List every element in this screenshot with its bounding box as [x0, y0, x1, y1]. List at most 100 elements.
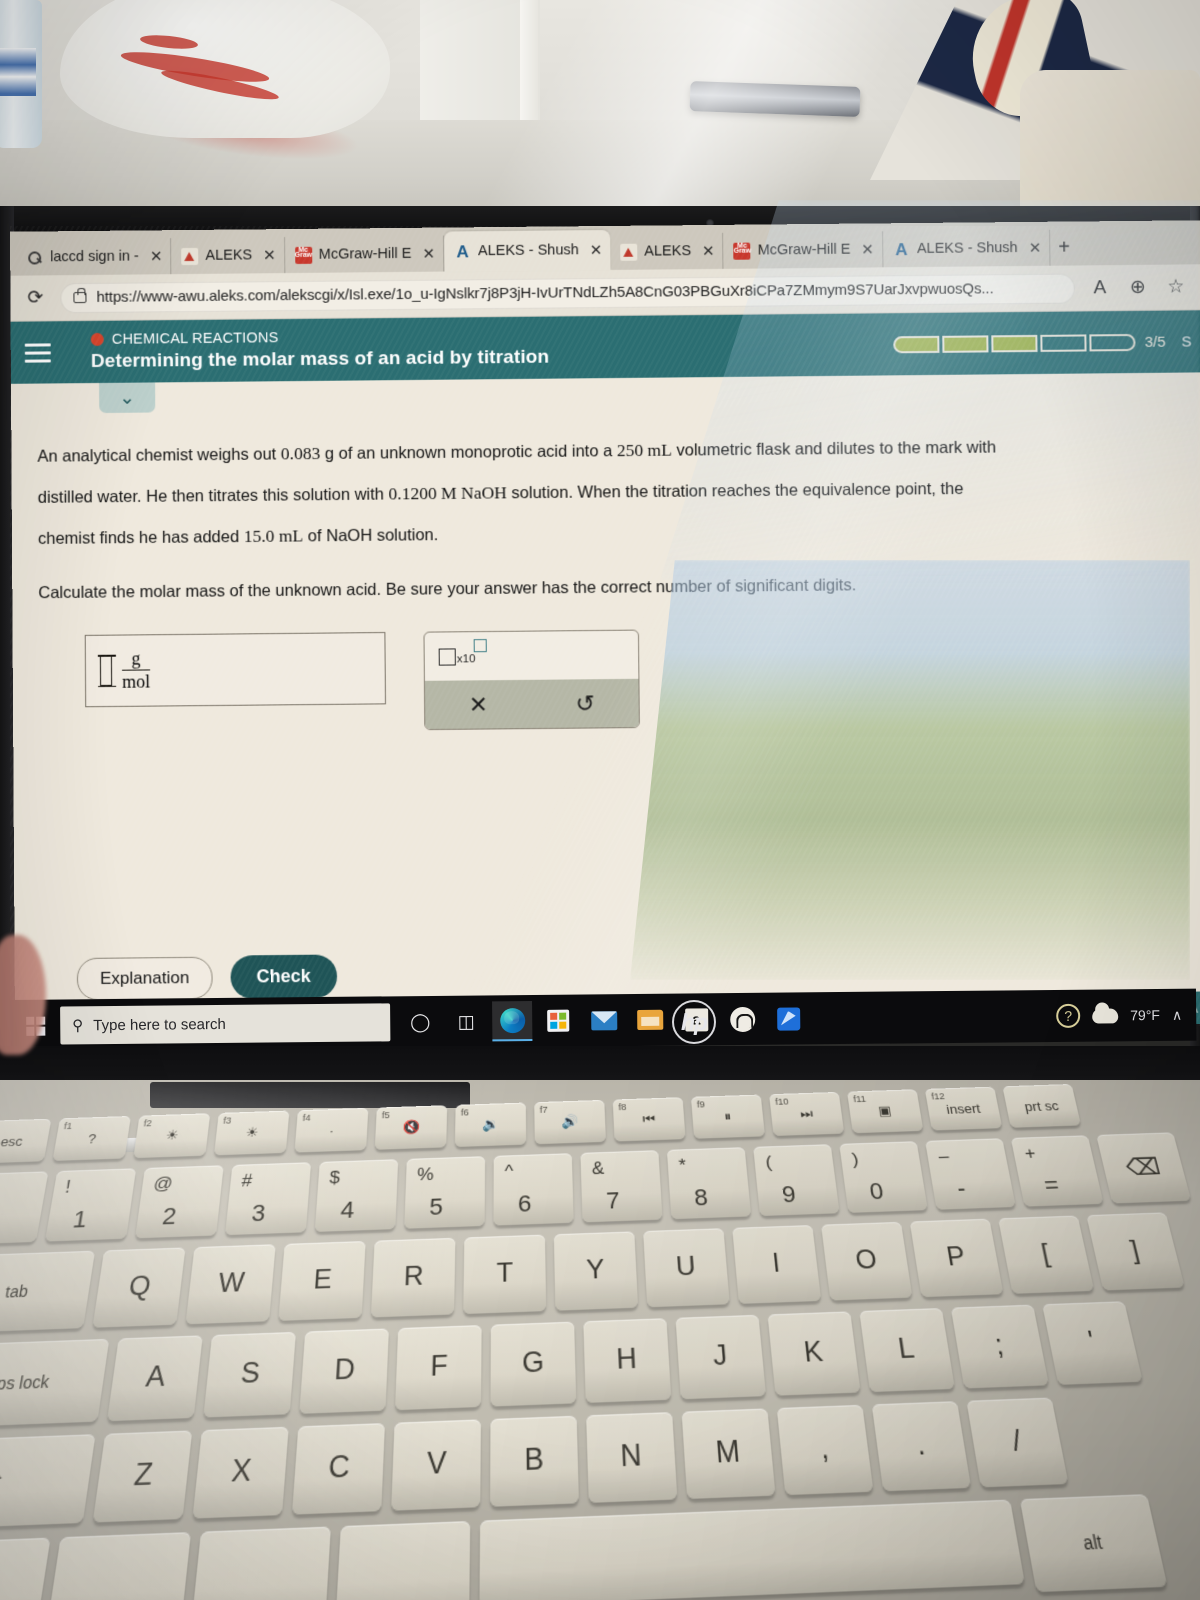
- key-f12-insert[interactable]: f12 insert: [925, 1087, 1003, 1131]
- key-t[interactable]: T: [463, 1235, 546, 1314]
- key-2[interactable]: @2: [135, 1165, 224, 1238]
- explanation-button[interactable]: Explanation: [77, 956, 213, 1000]
- close-icon[interactable]: ✕: [263, 246, 276, 264]
- task-view-icon[interactable]: ◫: [446, 1001, 486, 1041]
- key-h[interactable]: H: [583, 1318, 671, 1403]
- key-bracket-right[interactable]: ]: [1086, 1212, 1184, 1290]
- key-v[interactable]: V: [391, 1419, 481, 1510]
- key-w[interactable]: W: [185, 1244, 275, 1324]
- help-icon[interactable]: ?: [1056, 1004, 1080, 1028]
- key-f11-screen[interactable]: f11 ▣: [847, 1089, 923, 1133]
- key-z[interactable]: Z: [93, 1430, 193, 1522]
- close-icon[interactable]: ✕: [1029, 239, 1042, 257]
- undo-icon[interactable]: ↺: [575, 690, 595, 717]
- browser-tab-1[interactable]: ALEKS ✕: [171, 237, 285, 274]
- key-caps-lock[interactable]: caps lock: [0, 1339, 109, 1429]
- key-5[interactable]: % 5: [404, 1156, 485, 1229]
- key-6[interactable]: ^ 6: [494, 1153, 574, 1225]
- key-alt-right[interactable]: alt: [1020, 1494, 1168, 1592]
- taskbar-app-mail[interactable]: [584, 1000, 624, 1040]
- key-8[interactable]: * 8: [667, 1147, 751, 1219]
- key-f2[interactable]: f2 ☀: [133, 1113, 210, 1158]
- key-3[interactable]: #3: [225, 1162, 311, 1235]
- browser-tab-4[interactable]: ALEKS ✕: [610, 233, 724, 270]
- collapse-header-button[interactable]: ⌄: [99, 382, 155, 413]
- key-f6-volume-down[interactable]: f6 🔉: [455, 1103, 526, 1148]
- key-y[interactable]: Y: [554, 1231, 638, 1310]
- clear-icon[interactable]: ✕: [469, 691, 489, 718]
- weather-temperature[interactable]: 79°F: [1130, 1007, 1160, 1023]
- key-esc[interactable]: esc: [0, 1119, 51, 1164]
- key-backspace[interactable]: ⌫: [1096, 1132, 1191, 1203]
- key-0[interactable]: ) 0: [839, 1141, 928, 1213]
- key-9[interactable]: (9: [753, 1144, 839, 1216]
- key-period[interactable]: .: [872, 1401, 971, 1491]
- key-m[interactable]: M: [682, 1408, 776, 1499]
- key-b[interactable]: B: [490, 1416, 579, 1507]
- key-j[interactable]: J: [676, 1315, 767, 1400]
- key-1[interactable]: ! 1: [45, 1168, 136, 1241]
- taskbar-app-dropbox[interactable]: [768, 998, 808, 1038]
- key-x[interactable]: X: [192, 1427, 288, 1519]
- key-bracket-left[interactable]: [: [998, 1216, 1094, 1294]
- taskbar-app-microsoft-store[interactable]: [538, 1001, 578, 1041]
- key-tab[interactable]: tab: [0, 1251, 95, 1334]
- key-l[interactable]: L: [859, 1308, 955, 1392]
- browser-tab-0[interactable]: laccd sign in - ✕: [16, 238, 172, 275]
- key-ctrl-left[interactable]: [0, 1538, 51, 1600]
- key-k[interactable]: K: [768, 1311, 861, 1395]
- key-print-screen[interactable]: prt sc: [1002, 1084, 1081, 1128]
- header-right-label[interactable]: S: [1181, 333, 1200, 350]
- taskbar-app-microsoft-edge[interactable]: [492, 1001, 532, 1041]
- key-f4[interactable]: f4 ·: [294, 1108, 368, 1153]
- key-e[interactable]: E: [278, 1241, 365, 1321]
- tray-chevron-icon[interactable]: ∧: [1172, 1006, 1182, 1023]
- new-tab-button[interactable]: +: [1050, 236, 1078, 265]
- browser-tab-2[interactable]: Mc Graw McGraw-Hill E ✕: [285, 236, 445, 274]
- scientific-notation-button[interactable]: x10: [439, 648, 476, 665]
- close-icon[interactable]: ✕: [861, 240, 874, 258]
- key-f10-next[interactable]: f10 ⏭: [769, 1092, 844, 1136]
- key-f7-volume-up[interactable]: f7 🔊: [534, 1100, 606, 1144]
- key-p[interactable]: P: [910, 1219, 1004, 1297]
- key-u[interactable]: U: [643, 1228, 730, 1307]
- cortana-icon[interactable]: ◯: [400, 1002, 440, 1042]
- key-7[interactable]: & 7: [580, 1150, 662, 1222]
- key-semicolon[interactable]: ;: [951, 1305, 1049, 1389]
- close-icon[interactable]: ✕: [590, 241, 603, 259]
- key-s[interactable]: S: [203, 1332, 296, 1418]
- refresh-icon[interactable]: ⟳: [22, 286, 48, 309]
- key-o[interactable]: O: [821, 1222, 912, 1301]
- close-icon[interactable]: ✕: [422, 245, 435, 263]
- answer-input[interactable]: g mol: [85, 632, 386, 707]
- key-quote[interactable]: ': [1042, 1301, 1143, 1385]
- taskbar-app-home[interactable]: [722, 999, 762, 1039]
- taskbar-search-input[interactable]: ⚲ Type here to search: [60, 1003, 390, 1044]
- key-fn[interactable]: [46, 1532, 191, 1600]
- key-i[interactable]: I: [732, 1225, 821, 1304]
- url-input[interactable]: https://www-awu.aleks.com/alekscgi/x/Isl…: [60, 273, 1075, 313]
- key-slash[interactable]: /: [966, 1398, 1068, 1488]
- key-d[interactable]: D: [299, 1328, 389, 1413]
- browser-tab-6[interactable]: A ALEKS - Shush ✕: [883, 230, 1051, 268]
- key-q[interactable]: Q: [92, 1247, 185, 1327]
- key-shift-left[interactable]: ⇧: [0, 1434, 96, 1530]
- check-button[interactable]: Check: [230, 954, 337, 998]
- key-f[interactable]: F: [395, 1325, 482, 1410]
- key-f5-mute[interactable]: f5 🔇: [375, 1105, 447, 1150]
- key-space[interactable]: [479, 1500, 1024, 1600]
- key-f9-play-pause[interactable]: f9 ⏸: [691, 1095, 765, 1139]
- hamburger-menu-icon[interactable]: [25, 338, 51, 367]
- browser-tab-3-active[interactable]: A ALEKS - Shush ✕: [444, 230, 611, 272]
- browser-tab-5[interactable]: Mc Graw McGraw-Hill E ✕: [724, 231, 884, 269]
- read-aloud-icon[interactable]: A: [1087, 277, 1113, 299]
- close-icon[interactable]: ✕: [150, 247, 163, 265]
- key-minus[interactable]: – -: [925, 1138, 1016, 1209]
- favorite-icon[interactable]: ☆: [1163, 275, 1189, 298]
- key-equals[interactable]: + =: [1011, 1135, 1104, 1206]
- key-r[interactable]: R: [371, 1238, 456, 1318]
- key-f1[interactable]: f1?: [52, 1116, 130, 1161]
- zoom-icon[interactable]: ⊕: [1125, 276, 1151, 299]
- key-alt-left[interactable]: [336, 1521, 471, 1600]
- key-f3[interactable]: f3 ☀: [214, 1111, 289, 1156]
